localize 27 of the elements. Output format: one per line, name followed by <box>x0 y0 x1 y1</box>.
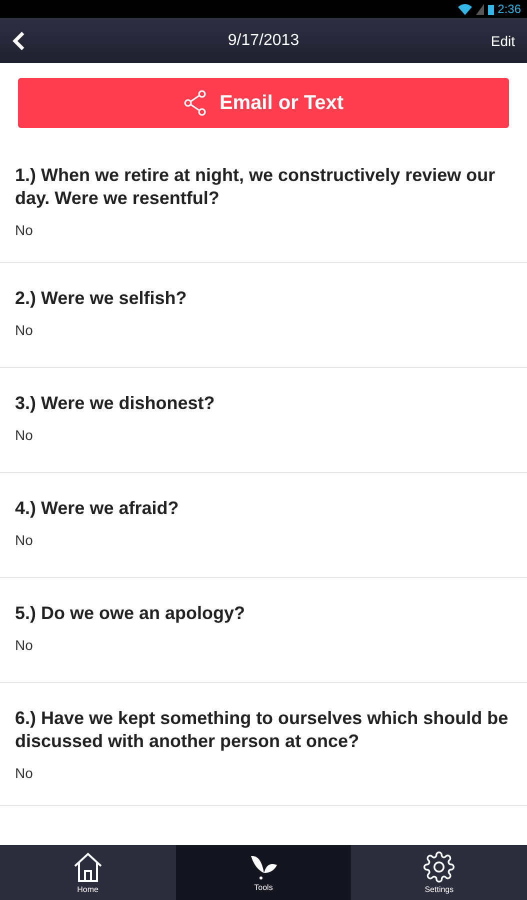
battery-icon <box>488 4 494 14</box>
question-text: 6.) Have we kept something to ourselves which should be discussed with another person at once? <box>15 707 510 753</box>
wifi-icon <box>458 4 472 14</box>
answer-text: No <box>15 222 34 238</box>
question-text: 4.) Were we afraid? <box>15 497 180 520</box>
edit-button[interactable]: Edit <box>490 32 515 48</box>
tab-button[interactable]: Settings <box>351 845 527 900</box>
back-icon[interactable] <box>12 30 26 50</box>
answer-text: No <box>15 765 34 781</box>
clock-text: 2:36 <box>498 2 521 16</box>
answer-text: No <box>15 532 34 548</box>
leaf-icon <box>248 853 278 881</box>
question-text: 5.) Do we owe an apology? <box>15 602 246 625</box>
answer-text: No <box>15 637 34 653</box>
question-text: 1.) When we retire at night, we constructively review our day. Were we resentful? <box>15 164 496 210</box>
header-title: 9/17/2013 <box>228 32 300 50</box>
question-text: 3.) Were we dishonest? <box>15 392 216 415</box>
question-text: 2.) Were we selfish? <box>15 287 188 310</box>
share-icon <box>183 90 208 116</box>
share-button[interactable]: Email or Text <box>18 78 509 128</box>
answer-text: No <box>15 427 34 443</box>
tab-button[interactable]: Tools <box>176 845 352 900</box>
settings-icon <box>423 851 456 883</box>
signal-icon <box>476 4 484 14</box>
answer-text: No <box>15 322 34 338</box>
home-icon <box>72 851 104 883</box>
tab-button[interactable]: Home <box>0 845 176 900</box>
